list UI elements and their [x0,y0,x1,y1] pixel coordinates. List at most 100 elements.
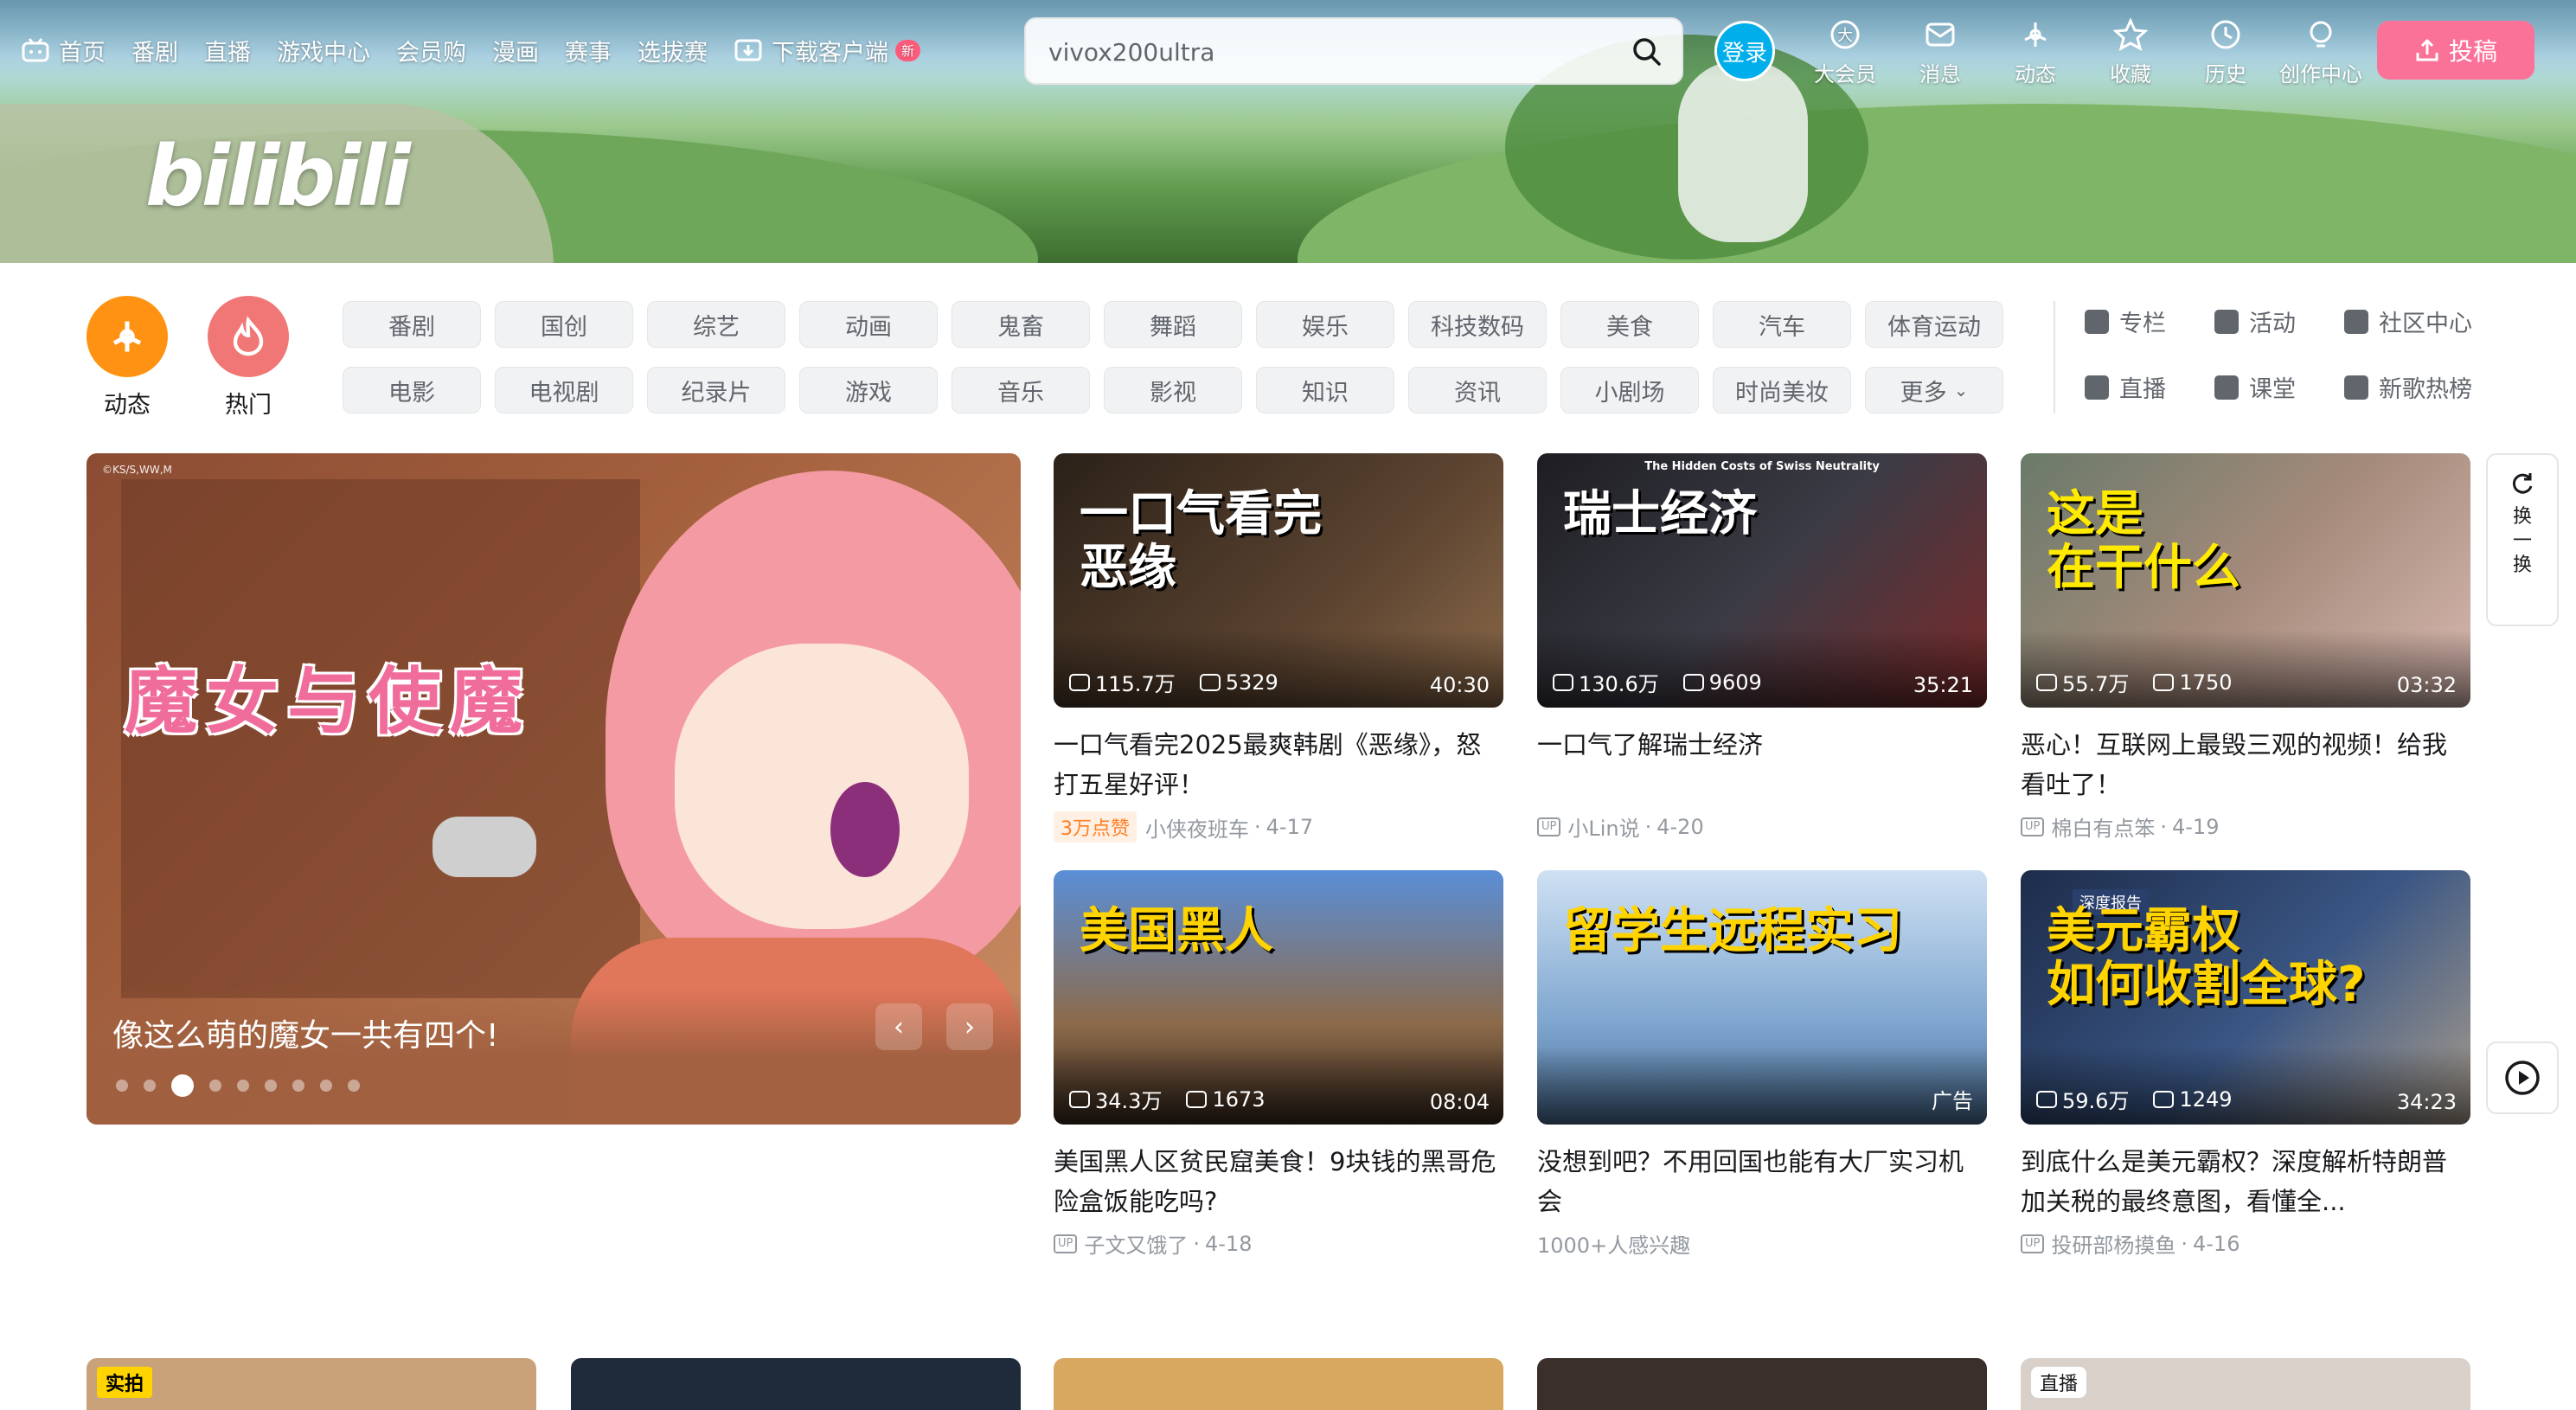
carousel-dot[interactable] [144,1080,156,1092]
dynamic-quick-button[interactable] [87,296,168,377]
channel-link[interactable]: 社区中心 [2344,304,2500,338]
channel-chip[interactable]: 番剧 [343,301,481,348]
video-card[interactable]: 留学生远程实习 广告没想到吧？不用回国也能有大厂实习机会 1000+人感兴趣 [1537,870,1987,1259]
channel-chip[interactable]: 纪录片 [647,367,785,413]
channel-chip[interactable]: 鬼畜 [952,301,1090,348]
channel-chip[interactable]: 动画 [799,301,938,348]
video-title[interactable]: 恶心！互联网上最毁三观的视频！给我看吐了！ [2021,725,2470,804]
channel-chip[interactable]: 科技数码 [1408,301,1547,348]
video-author[interactable]: 1000+人感兴趣 [1537,1228,1690,1259]
banner-hill [1298,104,2576,263]
video-title[interactable]: 到底什么是美元霸权？深度解析特朗普加关税的最终意图，看懂全... [2021,1142,2470,1221]
video-thumbnail[interactable]: 一口气看完 恶缘 115.7万 5329 40:30 [1054,453,1503,708]
danmaku-count-value: 1673 [1212,1086,1266,1112]
video-title[interactable]: 没想到吧？不用回国也能有大厂实习机会 [1537,1142,1987,1221]
carousel-dot[interactable] [265,1080,277,1092]
peek-card[interactable]: 实拍 [87,1358,536,1410]
video-thumbnail[interactable]: 这是 在干什么 55.7万 1750 03:32 [2021,453,2470,708]
peek-card[interactable] [1054,1358,1503,1410]
video-title[interactable]: 美国黑人区贫民窟美食！9块钱的黑哥危险盒饭能吃吗? [1054,1142,1503,1221]
channel-chip[interactable]: 电视剧 [495,367,633,413]
channel-chip[interactable]: 音乐 [952,367,1090,413]
channel-chip[interactable]: 知识 [1256,367,1394,413]
video-thumbnail[interactable]: 留学生远程实习 广告 [1537,870,1987,1125]
nav-favorites[interactable]: 收藏 [2083,17,2178,87]
nav-dynamic[interactable]: 动态 [1988,17,2083,87]
video-author[interactable]: 投研部杨摸鱼 [2051,1228,2176,1259]
hero-carousel[interactable]: 魔女与使魔 ©KS/S,WW,M 像这么萌的魔女一共有四个! ‹ › [87,453,1021,1125]
hot-quick-button[interactable] [208,296,289,377]
carousel-next-button[interactable]: › [946,1003,993,1050]
video-author[interactable]: 小侠夜班车 [1145,812,1249,843]
carousel-art-title: 魔女与使魔 [125,659,532,744]
video-card[interactable]: The Hidden Costs of Swiss Neutrality 瑞士经济… [1537,453,1987,842]
channel-chip[interactable]: 体育运动 [1865,301,2003,348]
carousel-dot[interactable] [116,1080,128,1092]
video-title[interactable]: 一口气看完2025最爽韩剧《恶缘》，怒打五星好评！ [1054,725,1503,804]
channel-chip[interactable]: 时尚美妆 [1713,367,1851,413]
carousel-prev-button[interactable]: ‹ [875,1003,922,1050]
channel-chip[interactable]: 游戏 [799,367,938,413]
dynamic-icon [112,321,142,352]
video-card[interactable]: 一口气看完 恶缘 115.7万 5329 40:30 一口气看完2025最爽韩剧《恶缘》… [1054,453,1503,843]
video-author[interactable]: 小Lin说 [1567,811,1639,842]
channel-link-label: 活动 [2249,311,2296,337]
nav-live[interactable]: 直播 [204,34,251,67]
video-author[interactable]: 棉白有点笨 [2051,811,2155,842]
video-card[interactable]: 美国黑人 34.3万 1673 08:04 美国黑人区贫民窟美食！9块钱的黑哥危险盒饭能… [1054,870,1503,1259]
upload-button[interactable]: 投稿 [2377,21,2534,80]
search-button[interactable] [1623,28,1671,76]
video-card[interactable]: 深度报告 美元霸权 如何收割全球? 59.6万 1249 34:23 到底什么是美元霸权？… [2021,870,2470,1259]
video-duration: 35:21 [1913,673,1973,697]
carousel-caption[interactable]: 像这么萌的魔女一共有四个! [112,1010,498,1055]
search-input[interactable] [1047,29,1586,74]
carousel-dot[interactable] [237,1080,249,1092]
video-thumbnail[interactable]: The Hidden Costs of Swiss Neutrality 瑞士经济… [1537,453,1987,708]
video-thumbnail[interactable]: 美国黑人 34.3万 1673 08:04 [1054,870,1503,1125]
nav-manga[interactable]: 漫画 [492,34,539,67]
channel-chip[interactable]: 舞蹈 [1104,301,1242,348]
peek-card[interactable] [1537,1358,1987,1410]
channel-chip[interactable]: 美食 [1560,301,1699,348]
nav-download-client[interactable]: 下载客户端 新 [734,34,921,67]
video-thumbnail[interactable]: 深度报告 美元霸权 如何收割全球? 59.6万 1249 34:23 [2021,870,2470,1125]
nav-anime[interactable]: 番剧 [131,34,178,67]
carousel-dot[interactable] [171,1074,194,1097]
channel-chip[interactable]: 娱乐 [1256,301,1394,348]
nav-message[interactable]: 消息 [1893,17,1988,87]
login-button[interactable]: 登录 [1714,21,1775,81]
channel-chip[interactable]: 国创 [495,301,633,348]
nav-history[interactable]: 历史 [2178,17,2273,87]
play-history-button[interactable] [2486,1041,2559,1114]
channel-link[interactable]: 新歌热榜 [2344,370,2500,404]
nav-mall[interactable]: 会员购 [396,34,466,67]
refresh-button[interactable]: 换一换 [2486,453,2559,626]
peek-card[interactable] [571,1358,1021,1410]
video-card[interactable]: 这是 在干什么 55.7万 1750 03:32 恶心！互联网上最毁三观的视频！给我看吐… [2021,453,2470,842]
nav-esports[interactable]: 赛事 [565,34,612,67]
bilibili-logo[interactable]: bilibili [145,128,411,225]
nav-vip[interactable]: 大 大会员 [1797,17,1893,87]
channel-chip[interactable]: 汽车 [1713,301,1851,348]
thumbnail-caption: The Hidden Costs of Swiss Neutrality [1644,460,1880,473]
carousel-dot[interactable] [320,1080,332,1092]
carousel-dot[interactable] [348,1080,360,1092]
video-author[interactable]: 子文又饿了 [1084,1228,1188,1259]
channel-chip[interactable]: 资讯 [1408,367,1547,413]
nav-game-center[interactable]: 游戏中心 [277,34,370,67]
channel-chip[interactable]: 影视 [1104,367,1242,413]
channel-chip[interactable]: 电影 [343,367,481,413]
nav-creator-center[interactable]: 创作中心 [2273,17,2368,87]
carousel-dot[interactable] [292,1080,304,1092]
channel-chip[interactable]: 综艺 [647,301,785,348]
channel-link-label: 直播 [2119,376,2166,403]
nav-home[interactable]: 首页 [21,34,106,67]
view-count-value: 59.6万 [2062,1089,2130,1113]
video-title[interactable]: 一口气了解瑞士经济 [1537,725,1987,804]
peek-card[interactable]: 直播 [2021,1358,2470,1410]
nav-selection[interactable]: 选拔赛 [638,34,708,67]
meta-separator: · [1193,1231,1200,1256]
channel-chip[interactable]: 更多 ⌄ [1865,367,2003,413]
channel-chip[interactable]: 小剧场 [1560,367,1699,413]
carousel-dot[interactable] [209,1080,221,1092]
